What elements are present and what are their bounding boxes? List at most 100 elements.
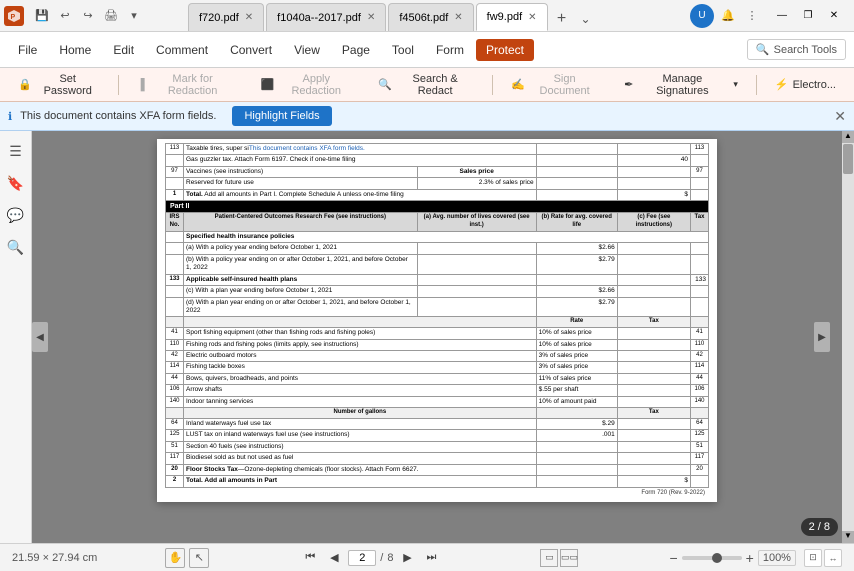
fee-cell — [617, 297, 690, 317]
tab-f1040a[interactable]: f1040a--2017.pdf ✕ — [266, 3, 386, 31]
hand-tool-button[interactable]: ✋ — [165, 548, 185, 568]
rate-cell: 2.3% of sales price — [417, 178, 536, 189]
fit-page-button[interactable]: ⊡ — [804, 549, 822, 567]
irs-number: 106 — [166, 385, 184, 396]
tab-close-icon[interactable]: ✕ — [454, 12, 462, 23]
row-description: Reserved for future use — [184, 178, 418, 189]
highlight-fields-button[interactable]: Highlight Fields — [232, 106, 331, 126]
menu-edit[interactable]: Edit — [103, 39, 144, 61]
total-description: Total. Add all amounts in Part — [184, 476, 537, 487]
menu-view[interactable]: View — [284, 39, 330, 61]
fit-width-button[interactable]: ↔ — [824, 549, 842, 567]
menu-tool[interactable]: Tool — [382, 39, 424, 61]
scroll-up-button[interactable]: ▲ — [842, 131, 854, 143]
row-description: Indoor tanning services — [184, 396, 537, 407]
redo-button[interactable]: ↪ — [78, 6, 98, 26]
print-button[interactable]: 🖨 — [101, 6, 121, 26]
manage-signatures-button[interactable]: ✒ Manage Signatures — [614, 69, 748, 101]
tab-close-icon[interactable]: ✕ — [528, 12, 536, 23]
double-page-button[interactable]: ▭▭ — [560, 549, 578, 567]
table-row: 113 Taxable tires, super siThis document… — [166, 144, 709, 155]
sidebar-thumbnail-icon[interactable]: ☰ — [4, 139, 28, 163]
dropdown-arrow[interactable]: ▾ — [124, 6, 144, 26]
sidebar-bookmark-icon[interactable]: 🔖 — [4, 171, 28, 195]
scroll-thumb[interactable] — [843, 144, 853, 174]
notification-icon[interactable]: 🔔 — [718, 6, 738, 26]
mark-redaction-button[interactable]: ▐ Mark for Redaction — [127, 69, 247, 101]
set-password-button[interactable]: 🔒 Set Password — [8, 69, 110, 101]
search-redact-button[interactable]: 🔍 Search & Redact — [368, 69, 484, 101]
separator3 — [756, 75, 757, 95]
row-description: Biodiesel sold as but not used as fuel — [184, 453, 537, 464]
notification-close-icon[interactable]: ✕ — [834, 108, 846, 125]
total-tax: $ — [617, 476, 690, 487]
irs-number-right — [691, 178, 709, 189]
row-description: Inland waterways fuel use tax — [184, 419, 537, 430]
save-button[interactable]: 💾 — [32, 6, 52, 26]
fee-cell — [617, 243, 690, 254]
table-row: (c) With a plan year ending before Octob… — [166, 286, 709, 297]
menu-comment[interactable]: Comment — [146, 39, 218, 61]
irs-number: 110 — [166, 339, 184, 350]
tax-cell — [617, 373, 690, 384]
tab-label: fw9.pdf — [487, 11, 522, 23]
zoom-percent-input[interactable]: 100% — [758, 550, 796, 566]
scroll-track[interactable] — [842, 143, 854, 531]
more-tabs-button[interactable]: ⌄ — [574, 7, 598, 31]
fit-buttons: ⊡ ↔ — [804, 549, 842, 567]
tab-fw9[interactable]: fw9.pdf ✕ — [476, 3, 548, 31]
tab-f720[interactable]: f720.pdf ✕ — [188, 3, 264, 31]
irs-number-right: 97 — [691, 166, 709, 177]
tab-close-icon[interactable]: ✕ — [245, 12, 253, 23]
menu-protect[interactable]: Protect — [476, 39, 534, 61]
rate-cell — [536, 155, 617, 166]
fee-cell — [617, 286, 690, 297]
menu-convert[interactable]: Convert — [220, 39, 282, 61]
sidebar-search-icon[interactable]: 🔍 — [4, 235, 28, 259]
tab-f4506t[interactable]: f4506t.pdf ✕ — [388, 3, 473, 31]
maximize-button[interactable]: ❐ — [796, 7, 820, 25]
search-tools-button[interactable]: 🔍 Search Tools — [747, 39, 846, 60]
tab-label: f1040a--2017.pdf — [277, 12, 361, 24]
zoom-slider[interactable] — [682, 556, 742, 560]
zoom-out-button[interactable]: − — [669, 550, 677, 566]
rate-header2 — [536, 408, 617, 419]
part-ii-label: Part II — [166, 201, 709, 213]
svg-text:P: P — [11, 14, 16, 21]
scroll-left-button[interactable]: ◀ — [32, 322, 48, 352]
minimize-button[interactable]: — — [770, 7, 794, 25]
scroll-down-button[interactable]: ▼ — [842, 531, 854, 543]
more-options-icon[interactable]: ⋮ — [742, 6, 762, 26]
menu-page[interactable]: Page — [332, 39, 380, 61]
new-tab-button[interactable]: + — [550, 7, 574, 31]
zoom-thumb — [712, 553, 722, 563]
vertical-scrollbar[interactable]: ▲ ▼ — [842, 131, 854, 543]
electro-button[interactable]: ⚡ Electro... — [765, 74, 846, 95]
irs-number-right — [691, 155, 709, 166]
single-page-button[interactable]: ▭ — [540, 549, 558, 567]
close-button[interactable]: ✕ — [822, 7, 846, 25]
undo-button[interactable]: ↩ — [55, 6, 75, 26]
scroll-right-button[interactable]: ▶ — [814, 322, 830, 352]
sidebar-comment-icon[interactable]: 💬 — [4, 203, 28, 227]
first-page-button[interactable]: ⏮ — [300, 548, 320, 568]
prev-page-button[interactable]: ◀ — [324, 548, 344, 568]
sign-document-button[interactable]: ✍ Sign Document — [501, 69, 610, 101]
select-tool-button[interactable]: ↖ — [189, 548, 209, 568]
rate-cell: $.29 — [536, 419, 617, 430]
last-page-button[interactable]: ⏭ — [421, 548, 441, 568]
zoom-in-button[interactable]: + — [746, 550, 754, 566]
tax-cell — [617, 178, 690, 189]
mark-redaction-label: Mark for Redaction — [148, 73, 236, 97]
irs-number-right: 117 — [691, 453, 709, 464]
menu-home[interactable]: Home — [49, 39, 101, 61]
menu-form[interactable]: Form — [426, 39, 474, 61]
avg-lives-cell — [417, 297, 536, 317]
apply-redaction-button[interactable]: ⬛ Apply Redaction — [251, 69, 364, 101]
tab-close-icon[interactable]: ✕ — [367, 12, 375, 23]
menu-file[interactable]: File — [8, 39, 47, 61]
user-avatar[interactable]: U — [690, 4, 714, 28]
tax-cell — [617, 430, 690, 441]
next-page-button[interactable]: ▶ — [397, 548, 417, 568]
current-page-input[interactable] — [348, 550, 376, 566]
